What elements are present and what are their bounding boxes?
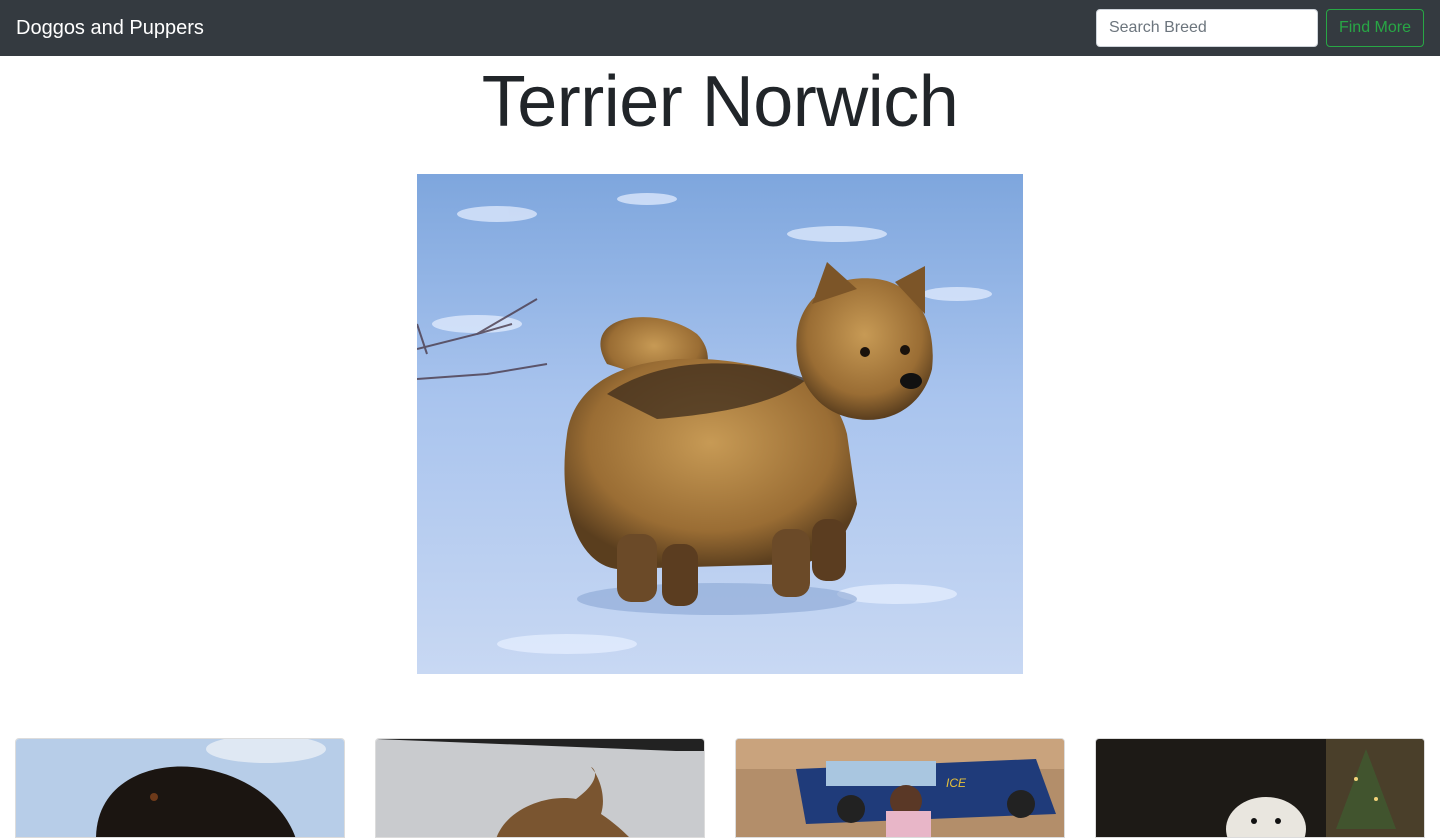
gallery-image-1[interactable] [15, 738, 345, 838]
gallery-image-3[interactable]: ICE [735, 738, 1065, 838]
top-navbar: Doggos and Puppers Find More [0, 0, 1440, 56]
svg-text:ICE: ICE [946, 776, 967, 790]
find-more-button[interactable]: Find More [1325, 9, 1424, 47]
gallery-image-4[interactable] [1095, 738, 1425, 838]
breed-title: Terrier Norwich [481, 62, 959, 142]
search-form: Find More [1095, 9, 1424, 47]
gallery-image-2[interactable] [375, 738, 705, 838]
brand-link[interactable]: Doggos and Puppers [16, 18, 204, 38]
hero-dog-image [417, 174, 1023, 674]
breed-gallery: ICE [15, 738, 1425, 838]
search-breed-input[interactable] [1095, 9, 1318, 47]
